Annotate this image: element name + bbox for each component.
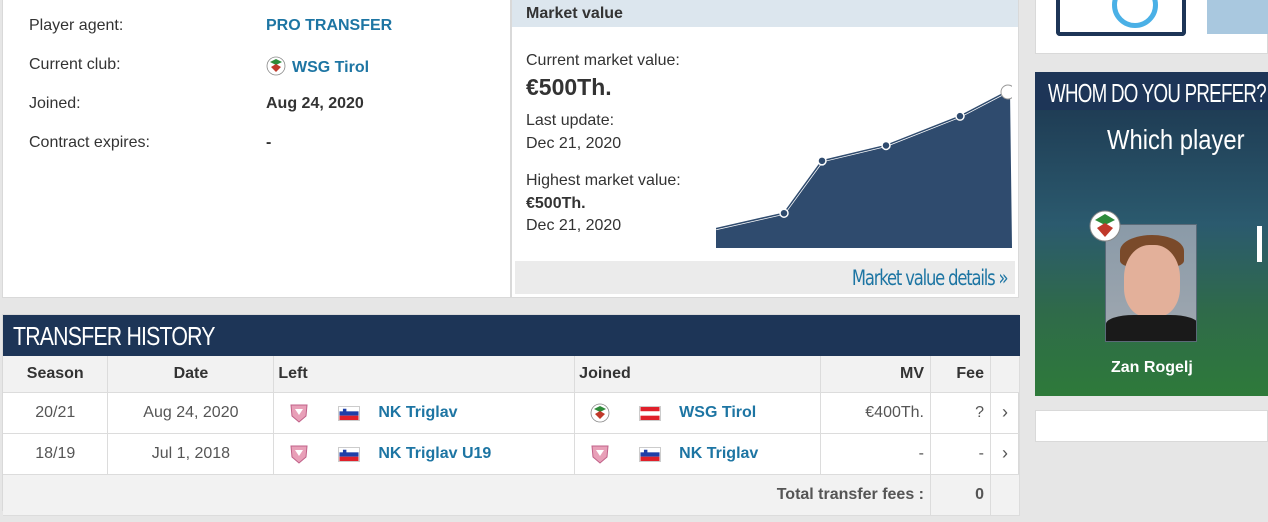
market-value-header: Market value [512,0,1018,27]
contract-expires-label: Contract expires: [29,134,150,151]
joined-label: Joined: [29,95,81,112]
left-club-cell: NK Triglav [273,392,576,434]
table-row[interactable]: 18/19 Jul 1, 2018 NK Triglav U19 NK Trig… [3,433,1021,475]
transfer-history-card: TRANSFER HISTORY Season Date Left Joined… [2,314,1021,516]
last-update-value: Dec 21, 2020 [526,135,622,152]
joined-club-link[interactable]: NK Triglav [679,445,758,463]
chart-point-current[interactable] [1000,84,1012,100]
wsg-tirol-crest-icon[interactable] [589,402,611,424]
table-header-row: Season Date Left Joined MV Fee [3,356,1021,393]
player-face [1124,245,1180,317]
player-agent-label: Player agent: [29,17,124,34]
slovenia-flag-icon [639,446,662,462]
transfer-history-table: Season Date Left Joined MV Fee 20/21 Aug… [3,356,1021,516]
highest-mv-date: Dec 21, 2020 [526,217,622,234]
chart-point[interactable] [881,140,891,151]
col-season: Season [3,356,109,393]
slovenia-flag-icon [338,446,361,462]
contract-expires-value: - [266,134,272,151]
current-club-link[interactable]: WSG Tirol [266,56,369,77]
date-cell: Aug 24, 2020 [107,392,275,434]
poll-widget[interactable]: WHOM DO YOU PREFER? Which player Zan Rog… [1035,72,1268,396]
poll-question-text: Which player [1107,124,1245,155]
wsg-tirol-crest-icon [266,56,286,76]
transfer-history-title: TRANSFER HISTORY [3,315,1020,356]
poll-next-icon[interactable] [1257,226,1268,262]
fee-cell: - [930,433,991,475]
col-arrow [990,356,1021,393]
chart-point[interactable] [779,208,789,218]
nk-triglav-crest-icon[interactable] [288,443,310,465]
ad-panel [1207,0,1268,34]
poll-player-name: Zan Rogelj [1111,359,1193,376]
nk-triglav-crest-icon[interactable] [288,402,310,424]
table-row[interactable]: 20/21 Aug 24, 2020 NK Triglav WSG Tirol … [3,392,1021,434]
wsg-tirol-crest-icon [1089,210,1121,242]
col-joined: Joined [574,356,822,393]
chevron-right-icon[interactable]: › [990,392,1021,434]
market-value-card: Market value Current market value: €500T… [511,0,1019,298]
nk-triglav-crest-icon[interactable] [589,443,611,465]
col-left: Left [273,356,576,393]
col-mv: MV [820,356,931,393]
player-agent-link[interactable]: PRO TRANSFER [266,17,392,35]
total-label: Total transfer fees : [3,474,931,516]
chevron-right-icon[interactable]: › [990,433,1021,475]
player-shirt [1106,315,1196,341]
chart-point[interactable] [817,156,827,166]
joined-club-cell: WSG Tirol [574,392,822,434]
left-club-link[interactable]: NK Triglav U19 [378,445,491,463]
austria-flag-icon [639,405,662,421]
left-club-link[interactable]: NK Triglav [378,404,457,422]
date-cell: Jul 1, 2018 [107,433,275,475]
current-mv-label: Current market value: [526,52,680,69]
total-row: Total transfer fees : 0 [3,474,1021,516]
mv-cell: - [820,433,931,475]
joined-club-cell: NK Triglav [574,433,822,475]
col-date: Date [107,356,275,393]
current-mv-value: €500Th. [526,74,612,100]
current-club-label: Current club: [29,56,121,73]
player-info-card: Player agent: PRO TRANSFER Current club:… [2,0,511,298]
season-cell: 20/21 [3,392,109,434]
poll-title-text: WHOM DO YOU PREFER? [1048,78,1267,108]
slovenia-flag-icon [338,405,361,421]
mv-cell: €400Th. [820,392,931,434]
joined-club-link[interactable]: WSG Tirol [679,404,756,422]
current-club-name[interactable]: WSG Tirol [292,59,369,76]
market-value-details-link[interactable]: Market value details » [515,261,1015,294]
poll-question: Which player [1107,124,1268,156]
highest-mv-value: €500Th. [526,195,586,212]
total-spacer [990,474,1021,516]
fee-cell: ? [930,392,991,434]
transfer-history-title-text: TRANSFER HISTORY [13,321,216,351]
chart-point[interactable] [955,111,965,121]
season-cell: 18/19 [3,433,109,475]
last-update-label: Last update: [526,112,615,129]
right-sidebar-box [1035,410,1268,442]
joined-value: Aug 24, 2020 [266,95,364,112]
poll-title: WHOM DO YOU PREFER? [1048,78,1268,109]
left-club-cell: NK Triglav U19 [273,433,576,475]
market-value-details-text[interactable]: Market value details » [851,261,1008,295]
highest-mv-label: Highest market value: [526,172,681,189]
market-value-chart[interactable] [716,68,1012,248]
col-fee: Fee [930,356,991,393]
total-value: 0 [930,474,991,516]
ad-banner-top[interactable] [1035,0,1268,54]
